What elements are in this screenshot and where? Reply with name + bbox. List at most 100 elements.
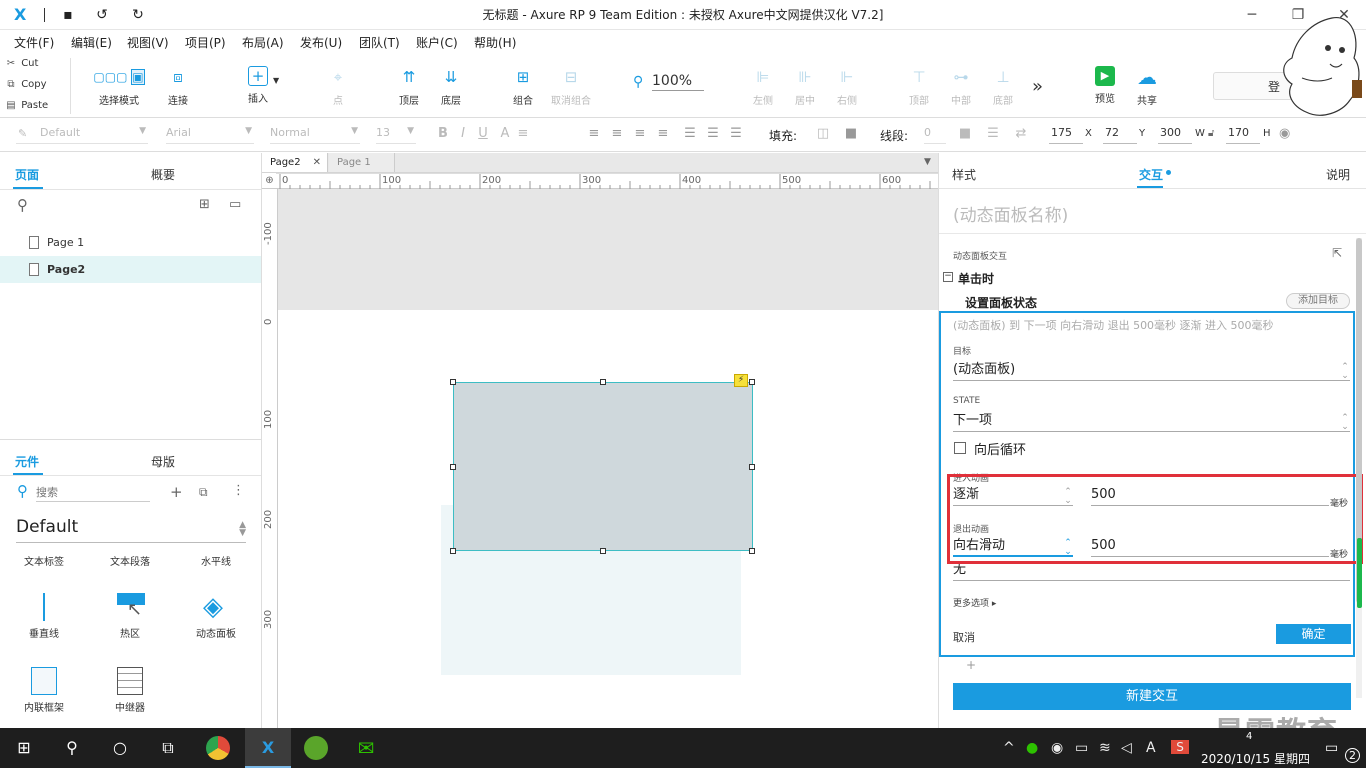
lock-ratio-icon[interactable]: 🔓︎ <box>1208 128 1214 139</box>
add-library-icon[interactable]: + <box>170 483 183 501</box>
zoom-select[interactable]: 100% <box>652 73 704 91</box>
widget-repeater[interactable]: 中继器 <box>95 665 165 714</box>
ok-button[interactable]: 确定 <box>1276 624 1351 644</box>
paste-button[interactable]: ▤ Paste <box>4 96 68 116</box>
windows-start-icon[interactable]: ⊞ <box>12 736 36 760</box>
add-page-icon[interactable]: ⊞ <box>199 197 210 212</box>
widget-search-input[interactable] <box>36 484 150 502</box>
target-select[interactable]: (动态面板) ⌃ ⌄ <box>953 360 1350 381</box>
style-select[interactable]: Default ▼ <box>16 126 148 144</box>
tray-app-icon[interactable]: ◉ <box>1051 740 1063 756</box>
dynamic-panel-widget[interactable] <box>453 382 753 551</box>
text-color-icon[interactable]: A <box>497 126 513 142</box>
library-select[interactable]: Default ▲ ▼ <box>16 517 246 543</box>
resize-handle[interactable] <box>450 464 456 470</box>
shadow-icon[interactable]: ■ <box>843 126 859 142</box>
list-icon[interactable]: ≡ <box>515 126 531 142</box>
align-text-left-icon[interactable]: ≡ <box>586 126 602 142</box>
resize-handle[interactable] <box>600 379 606 385</box>
line-style-icon[interactable]: ☰ <box>985 126 1001 142</box>
library-stack-icon[interactable]: ⧉ <box>199 485 208 500</box>
menu-view[interactable]: 视图(V) <box>127 34 169 51</box>
add-folder-icon[interactable]: ▭ <box>229 197 241 212</box>
line-color-icon[interactable]: ■ <box>957 126 973 142</box>
widget-dynamic-panel[interactable]: ◈ 动态面板 <box>181 591 251 640</box>
width-input[interactable]: 300 <box>1158 126 1192 144</box>
font-select[interactable]: Arial ▼ <box>166 126 254 144</box>
collapse-icon[interactable]: − <box>943 272 953 282</box>
clock-date[interactable]: 2020/10/15 星期四 <box>1201 750 1310 767</box>
tab-notes[interactable]: 说明 <box>1326 166 1350 183</box>
clock-time[interactable]: 4 <box>1246 731 1252 742</box>
connect-button[interactable]: ⧈ 连接 <box>150 60 206 114</box>
bold-icon[interactable]: B <box>435 126 451 142</box>
tab-page1[interactable]: Page 1 <box>329 153 395 172</box>
menu-account[interactable]: 账户(C) <box>416 34 458 51</box>
valign-bottom-icon[interactable]: ☰ <box>728 126 744 142</box>
valign-middle-icon[interactable]: ☰ <box>705 126 721 142</box>
ungroup-button[interactable]: ⊟ 取消组合 <box>543 60 599 114</box>
minimize-icon[interactable]: ─ <box>1240 5 1264 25</box>
point-button[interactable]: ⌖ 点 <box>310 60 366 114</box>
menu-edit[interactable]: 编辑(E) <box>71 34 112 51</box>
line-width-input[interactable]: 0 <box>924 126 946 144</box>
close-tab-icon[interactable]: ✕ <box>313 153 321 172</box>
tab-style[interactable]: 样式 <box>952 166 976 183</box>
search-icon[interactable]: ⚲ <box>60 736 84 760</box>
widget-horizontal-line[interactable]: 水平线 <box>181 553 251 568</box>
page-item-page1[interactable]: Page 1 <box>0 229 261 256</box>
x-input[interactable]: 175 <box>1049 126 1083 144</box>
state-select[interactable]: 下一项 ⌃ ⌄ <box>953 411 1350 432</box>
insert-button[interactable]: + 插入 <box>230 60 286 114</box>
resize-handle[interactable] <box>450 379 456 385</box>
cut-button[interactable]: ✂ Cut <box>4 54 68 74</box>
add-target-button[interactable]: 添加目标 <box>1286 293 1350 309</box>
widget-text-paragraph[interactable]: 文本段落 <box>95 553 165 568</box>
font-size-select[interactable]: 13 ▼ <box>376 126 416 144</box>
wechat-icon[interactable]: ✉ <box>354 736 378 760</box>
task-view-icon[interactable]: ⧉ <box>156 736 180 760</box>
ime-indicator[interactable]: A <box>1146 740 1156 756</box>
axure-icon[interactable]: X <box>256 736 280 760</box>
resize-handle[interactable] <box>749 379 755 385</box>
wifi-icon[interactable]: ≋ <box>1099 740 1111 756</box>
send-to-back-button[interactable]: ⇊ 底层 <box>423 60 479 114</box>
arrow-style-icon[interactable]: ⇄ <box>1013 126 1029 142</box>
tab-outline[interactable]: 概要 <box>151 166 175 183</box>
sogou-icon[interactable]: S <box>1171 740 1189 754</box>
cancel-button[interactable]: 取消 <box>953 629 975 645</box>
notification-icon[interactable]: ▭ <box>1325 740 1338 756</box>
align-text-justify-icon[interactable]: ≡ <box>655 126 671 142</box>
more-options-link[interactable]: 更多选项 ▸ <box>953 596 996 609</box>
resize-handle[interactable] <box>749 548 755 554</box>
new-interaction-button[interactable]: 新建交互 <box>953 683 1351 710</box>
align-bottom-button[interactable]: ⊥ 底部 <box>975 60 1031 114</box>
widget-inline-frame[interactable]: 内联框架 <box>9 665 79 714</box>
menu-project[interactable]: 项目(P) <box>185 34 226 51</box>
resize-handle[interactable] <box>600 548 606 554</box>
tab-page2[interactable]: Page2 ✕ <box>262 153 328 172</box>
tray-wechat-icon[interactable]: ● <box>1026 740 1038 756</box>
underline-icon[interactable]: U <box>475 126 491 142</box>
lightning-icon[interactable]: ⚡︎ <box>734 374 748 387</box>
widget-text-label[interactable]: 文本标签 <box>9 553 79 568</box>
menu-file[interactable]: 文件(F) <box>14 34 54 51</box>
italic-icon[interactable]: I <box>455 126 471 142</box>
add-action-icon[interactable]: + <box>966 658 976 672</box>
battery-icon[interactable]: ▭ <box>1075 740 1088 756</box>
visibility-eye-icon[interactable]: ◉ <box>1279 126 1290 141</box>
align-text-right-icon[interactable]: ≡ <box>632 126 648 142</box>
more-vertical-icon[interactable]: ⋮ <box>232 483 245 498</box>
page-item-page2[interactable]: Page2 <box>0 256 261 283</box>
menu-help[interactable]: 帮助(H) <box>474 34 516 51</box>
expand-panel-icon[interactable]: ⇱ <box>1332 246 1342 260</box>
align-text-center-icon[interactable]: ≡ <box>609 126 625 142</box>
menu-layout[interactable]: 布局(A) <box>242 34 284 51</box>
tab-interactions[interactable]: 交互 <box>1139 166 1163 183</box>
more-tools-icon[interactable]: » <box>1032 76 1043 97</box>
page-search-icon[interactable]: ⚲ <box>17 196 28 214</box>
share-button[interactable]: ☁ 共享 <box>1119 60 1175 114</box>
copy-button[interactable]: ⧉ Copy <box>4 75 68 95</box>
resize-handle[interactable] <box>749 464 755 470</box>
volume-mute-icon[interactable]: ◁ <box>1121 740 1132 756</box>
